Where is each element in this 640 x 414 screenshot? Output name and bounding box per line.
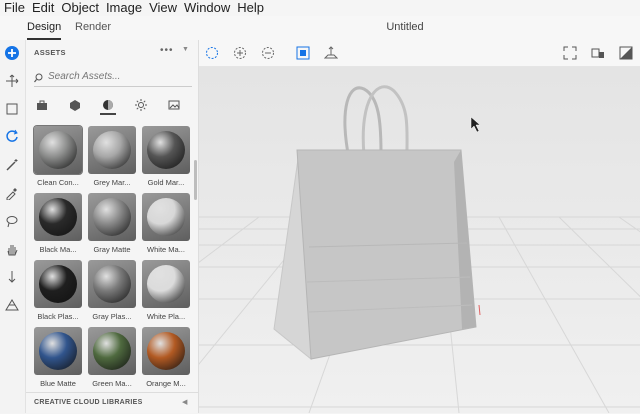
material-preview-sphere bbox=[39, 198, 77, 236]
material-preview-sphere bbox=[147, 198, 185, 236]
select-objects-icon[interactable] bbox=[295, 45, 311, 61]
menu-view[interactable]: View bbox=[145, 0, 180, 16]
material-swatch bbox=[34, 260, 82, 308]
material-preview-sphere bbox=[93, 265, 131, 303]
material-tile[interactable]: Clean Con... bbox=[33, 125, 83, 187]
material-swatch bbox=[34, 327, 82, 375]
material-tile[interactable]: Orange M... bbox=[142, 327, 190, 388]
material-tile[interactable]: Gray Matte bbox=[88, 193, 136, 254]
material-label: Orange M... bbox=[146, 379, 186, 388]
frame-icon[interactable] bbox=[3, 100, 21, 118]
magic-wand-icon[interactable] bbox=[3, 156, 21, 174]
material-tile[interactable]: Gray Plas... bbox=[88, 260, 136, 321]
dolly-icon[interactable] bbox=[3, 268, 21, 286]
add-icon[interactable] bbox=[3, 44, 21, 62]
material-swatch bbox=[34, 193, 82, 241]
material-tile[interactable]: White Pla... bbox=[142, 260, 190, 321]
material-preview-sphere bbox=[39, 332, 77, 370]
material-label: Blue Matte bbox=[40, 379, 76, 388]
material-label: Gray Matte bbox=[93, 245, 131, 254]
material-label: White Ma... bbox=[147, 245, 185, 254]
panel-more-button[interactable]: ••• bbox=[160, 45, 174, 56]
lasso-icon[interactable] bbox=[3, 212, 21, 230]
panel-scrollbar[interactable] bbox=[194, 160, 197, 200]
material-label: Gold Mar... bbox=[147, 178, 185, 187]
orbit-icon[interactable] bbox=[3, 127, 21, 145]
assets-header: ASSETS bbox=[34, 48, 66, 57]
asset-category-bar bbox=[34, 95, 194, 115]
material-preview-sphere bbox=[147, 265, 185, 303]
chevron-left-icon[interactable]: ◀ bbox=[182, 398, 187, 406]
lights-icon[interactable] bbox=[133, 97, 149, 113]
cc-libraries-label: CREATIVE CLOUD LIBRARIES bbox=[34, 399, 143, 406]
menu-object[interactable]: Object bbox=[57, 0, 102, 16]
menu-help[interactable]: Help bbox=[233, 0, 267, 16]
material-preview-sphere bbox=[93, 332, 131, 370]
material-tile[interactable]: Grey Mar... bbox=[88, 126, 136, 187]
material-preview-sphere bbox=[147, 131, 185, 169]
material-label: Grey Mar... bbox=[93, 178, 131, 187]
menu-window[interactable]: Window bbox=[180, 0, 233, 16]
material-swatch bbox=[88, 193, 136, 241]
cc-libraries-section[interactable]: CREATIVE CLOUD LIBRARIES ◀ bbox=[26, 392, 198, 414]
move-icon[interactable] bbox=[3, 72, 21, 90]
material-tile[interactable]: White Ma... bbox=[142, 193, 190, 254]
workspace-tab-bar: Design Render Untitled bbox=[0, 16, 640, 41]
material-preview-sphere bbox=[39, 131, 77, 169]
material-tile[interactable]: Blue Matte bbox=[34, 327, 82, 388]
material-label: Green Ma... bbox=[92, 379, 132, 388]
search-icon bbox=[34, 73, 43, 83]
material-label: Black Plas... bbox=[37, 312, 79, 321]
materials-icon[interactable] bbox=[100, 97, 116, 115]
images-icon[interactable] bbox=[166, 97, 182, 113]
viewport-toolbar bbox=[199, 40, 640, 67]
material-preview-sphere bbox=[147, 332, 185, 370]
material-tile[interactable]: Gold Mar... bbox=[142, 126, 190, 187]
document-title: Untitled bbox=[386, 21, 424, 33]
assets-panel: ASSETS ••• ▼ Search Assets... Clean Con.… bbox=[26, 40, 199, 413]
add-selection-icon[interactable] bbox=[232, 45, 248, 61]
camera-view-icon[interactable] bbox=[590, 45, 606, 61]
perspective-icon[interactable] bbox=[3, 296, 21, 314]
menu-edit[interactable]: Edit bbox=[28, 0, 57, 16]
material-label: Clean Con... bbox=[37, 178, 79, 187]
menu-file[interactable]: File bbox=[0, 0, 28, 16]
eyedropper-icon[interactable] bbox=[3, 184, 21, 202]
menu-bar: File Edit Object Image View Window Help bbox=[0, 0, 640, 16]
material-preview-sphere bbox=[39, 265, 77, 303]
material-tile[interactable]: Green Ma... bbox=[88, 327, 136, 388]
tool-rail bbox=[0, 40, 26, 413]
render-preview-icon[interactable] bbox=[618, 45, 634, 61]
selection-icon[interactable] bbox=[204, 45, 220, 61]
shapes-icon[interactable] bbox=[67, 97, 83, 113]
ground-plane-icon[interactable] bbox=[323, 45, 339, 61]
3d-viewport[interactable] bbox=[199, 67, 640, 413]
material-swatch bbox=[142, 327, 190, 375]
chevron-down-icon[interactable]: ▼ bbox=[182, 46, 189, 53]
material-tile[interactable]: Black Ma... bbox=[34, 193, 82, 254]
material-swatch bbox=[142, 193, 190, 241]
material-preview-sphere bbox=[93, 198, 131, 236]
hand-icon[interactable] bbox=[3, 240, 21, 258]
menu-image[interactable]: Image bbox=[102, 0, 145, 16]
material-swatch bbox=[88, 327, 136, 375]
material-swatch bbox=[88, 260, 136, 308]
material-label: Black Ma... bbox=[39, 245, 77, 254]
search-input[interactable]: Search Assets... bbox=[48, 71, 120, 82]
asset-search[interactable]: Search Assets... bbox=[34, 69, 192, 87]
fit-view-icon[interactable] bbox=[562, 45, 578, 61]
models-icon[interactable] bbox=[34, 97, 50, 113]
material-label: Gray Plas... bbox=[92, 312, 132, 321]
material-swatch bbox=[33, 125, 83, 175]
material-preview-sphere bbox=[93, 131, 131, 169]
material-swatch bbox=[142, 260, 190, 308]
material-label: White Pla... bbox=[146, 312, 186, 321]
subtract-selection-icon[interactable] bbox=[260, 45, 276, 61]
material-swatch bbox=[88, 126, 136, 174]
material-swatch bbox=[142, 126, 190, 174]
material-tile[interactable]: Black Plas... bbox=[34, 260, 82, 321]
